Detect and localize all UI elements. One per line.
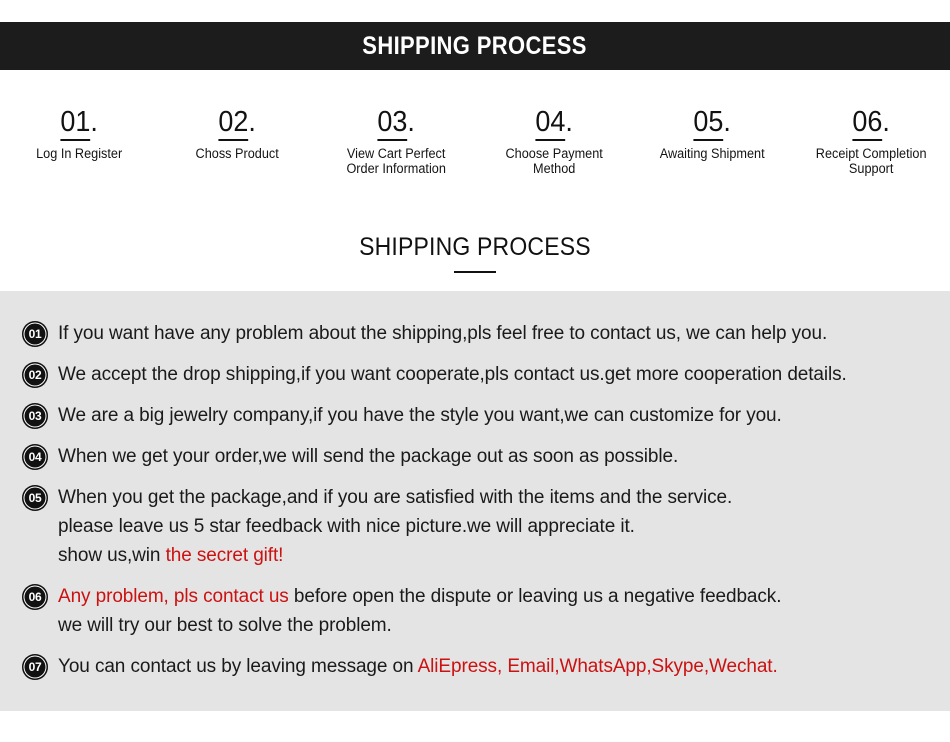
faq-item-badge: 03 bbox=[22, 403, 48, 429]
process-step-number-dot: . bbox=[882, 106, 890, 138]
faq-item-text: When you get the package,and if you are … bbox=[58, 483, 732, 570]
process-step-number-dot: . bbox=[723, 106, 732, 138]
faq-item-badge: 04 bbox=[22, 444, 48, 470]
process-step-number: 02. bbox=[218, 106, 257, 141]
process-step-02: 02. Choss Product bbox=[158, 106, 316, 161]
faq-item-line: We are a big jewelry company,if you have… bbox=[58, 401, 782, 430]
faq-item-text: Any problem, pls contact us before open … bbox=[58, 582, 781, 640]
faq-plain-text: If you want have any problem about the s… bbox=[58, 323, 828, 344]
faq-item-badge: 01 bbox=[22, 321, 48, 347]
faq-item-line: please leave us 5 star feedback with nic… bbox=[58, 512, 732, 541]
process-step-number: 03. bbox=[377, 106, 415, 141]
faq-item-badge: 05 bbox=[22, 485, 48, 511]
faq-highlight-text: AliEpress, Email,WhatsApp,Skype,Wechat. bbox=[417, 656, 778, 677]
process-step-label: Choose Payment Method bbox=[505, 146, 603, 176]
process-step-number-digits: 05 bbox=[693, 106, 724, 141]
section-heading: SHIPPING PROCESS bbox=[0, 233, 950, 273]
header-banner: SHIPPING PROCESS bbox=[0, 22, 950, 70]
faq-highlight-text: Any problem, pls contact us bbox=[58, 586, 289, 607]
faq-plain-text: When you get the package,and if you are … bbox=[58, 487, 733, 508]
faq-item-badge: 06 bbox=[22, 584, 48, 610]
process-step-label: Choss Product bbox=[195, 146, 280, 161]
process-step-number: 01. bbox=[60, 106, 98, 141]
process-step-04: 04. Choose Payment Method bbox=[475, 106, 633, 176]
shipping-process-infographic: SHIPPING PROCESS 01. Log In Register 02. Ch… bbox=[0, 0, 950, 742]
section-heading-rule bbox=[454, 271, 496, 273]
process-step-number-digits: 01 bbox=[60, 106, 91, 141]
faq-item-line: Any problem, pls contact us before open … bbox=[58, 582, 781, 611]
process-steps-row: 01. Log In Register 02. Choss Product 03. Vie… bbox=[0, 106, 950, 176]
faq-item-line: If you want have any problem about the s… bbox=[58, 319, 827, 348]
process-step-number: 04. bbox=[535, 106, 573, 141]
faq-highlight-text: the secret gift! bbox=[165, 545, 284, 566]
faq-panel: 01 If you want have any problem about the… bbox=[0, 291, 950, 711]
section-heading-title: SHIPPING PROCESS bbox=[359, 233, 591, 261]
faq-item-line: We accept the drop shipping,if you want … bbox=[58, 360, 847, 389]
faq-item: 05 When you get the package,and if you ar… bbox=[22, 483, 942, 570]
faq-item-text: If you want have any problem about the s… bbox=[58, 319, 827, 348]
process-step-01: 01. Log In Register bbox=[0, 106, 158, 161]
header-banner-title: SHIPPING PROCESS bbox=[362, 31, 588, 60]
faq-item-line: we will try our best to solve the proble… bbox=[58, 611, 781, 640]
faq-item: 03 We are a big jewelry company,if you ha… bbox=[22, 401, 942, 430]
process-step-06: 06. Receipt Completion Support bbox=[792, 106, 950, 176]
faq-item-text: We accept the drop shipping,if you want … bbox=[58, 360, 847, 389]
process-step-label: Receipt Completion Support bbox=[815, 146, 927, 176]
faq-item: 07 You can contact us by leaving message … bbox=[22, 652, 942, 681]
process-step-03: 03. View Cart Perfect Order Information bbox=[317, 106, 475, 176]
faq-item: 06 Any problem, pls contact us before ope… bbox=[22, 582, 942, 640]
faq-item: 04 When we get your order,we will send th… bbox=[22, 442, 942, 471]
process-step-number: 05. bbox=[693, 106, 732, 141]
faq-item-badge: 02 bbox=[22, 362, 48, 388]
faq-plain-text: please leave us 5 star feedback with nic… bbox=[58, 516, 635, 537]
faq-item-text: When we get your order,we will send the … bbox=[58, 442, 678, 471]
process-step-number-digits: 02 bbox=[218, 106, 249, 141]
faq-item-line: When we get your order,we will send the … bbox=[58, 442, 678, 471]
process-step-number-dot: . bbox=[407, 106, 415, 138]
faq-item: 01 If you want have any problem about the… bbox=[22, 319, 942, 348]
faq-item-text: You can contact us by leaving message on… bbox=[58, 652, 778, 681]
faq-item-text: We are a big jewelry company,if you have… bbox=[58, 401, 782, 430]
process-step-label: View Cart Perfect Order Information bbox=[346, 146, 446, 176]
faq-plain-text: before open the dispute or leaving us a … bbox=[288, 586, 782, 607]
faq-plain-text: When we get your order,we will send the … bbox=[58, 446, 679, 467]
process-step-number-dot: . bbox=[90, 106, 98, 138]
faq-item-line: When you get the package,and if you are … bbox=[58, 483, 732, 512]
process-step-05: 05. Awaiting Shipment bbox=[633, 106, 791, 161]
process-step-number-digits: 04 bbox=[535, 106, 566, 141]
faq-item-line: You can contact us by leaving message on… bbox=[58, 652, 778, 681]
faq-plain-text: show us,win bbox=[58, 545, 166, 566]
faq-item-line: show us,win the secret gift! bbox=[58, 541, 732, 570]
faq-plain-text: We are a big jewelry company,if you have… bbox=[58, 405, 782, 426]
process-step-number: 06. bbox=[852, 106, 890, 141]
process-step-label: Awaiting Shipment bbox=[660, 146, 765, 161]
process-step-number-dot: . bbox=[248, 106, 257, 138]
process-step-label: Log In Register bbox=[36, 146, 123, 161]
faq-item-badge: 07 bbox=[22, 654, 48, 680]
process-step-number-digits: 03 bbox=[377, 106, 408, 141]
faq-plain-text: we will try our best to solve the proble… bbox=[58, 615, 392, 636]
process-step-number-digits: 06 bbox=[852, 106, 883, 141]
faq-list: 01 If you want have any problem about the… bbox=[22, 319, 942, 693]
process-step-number-dot: . bbox=[565, 106, 573, 138]
faq-plain-text: You can contact us by leaving message on bbox=[58, 656, 418, 677]
faq-item: 02 We accept the drop shipping,if you wan… bbox=[22, 360, 942, 389]
faq-plain-text: We accept the drop shipping,if you want … bbox=[58, 364, 847, 385]
